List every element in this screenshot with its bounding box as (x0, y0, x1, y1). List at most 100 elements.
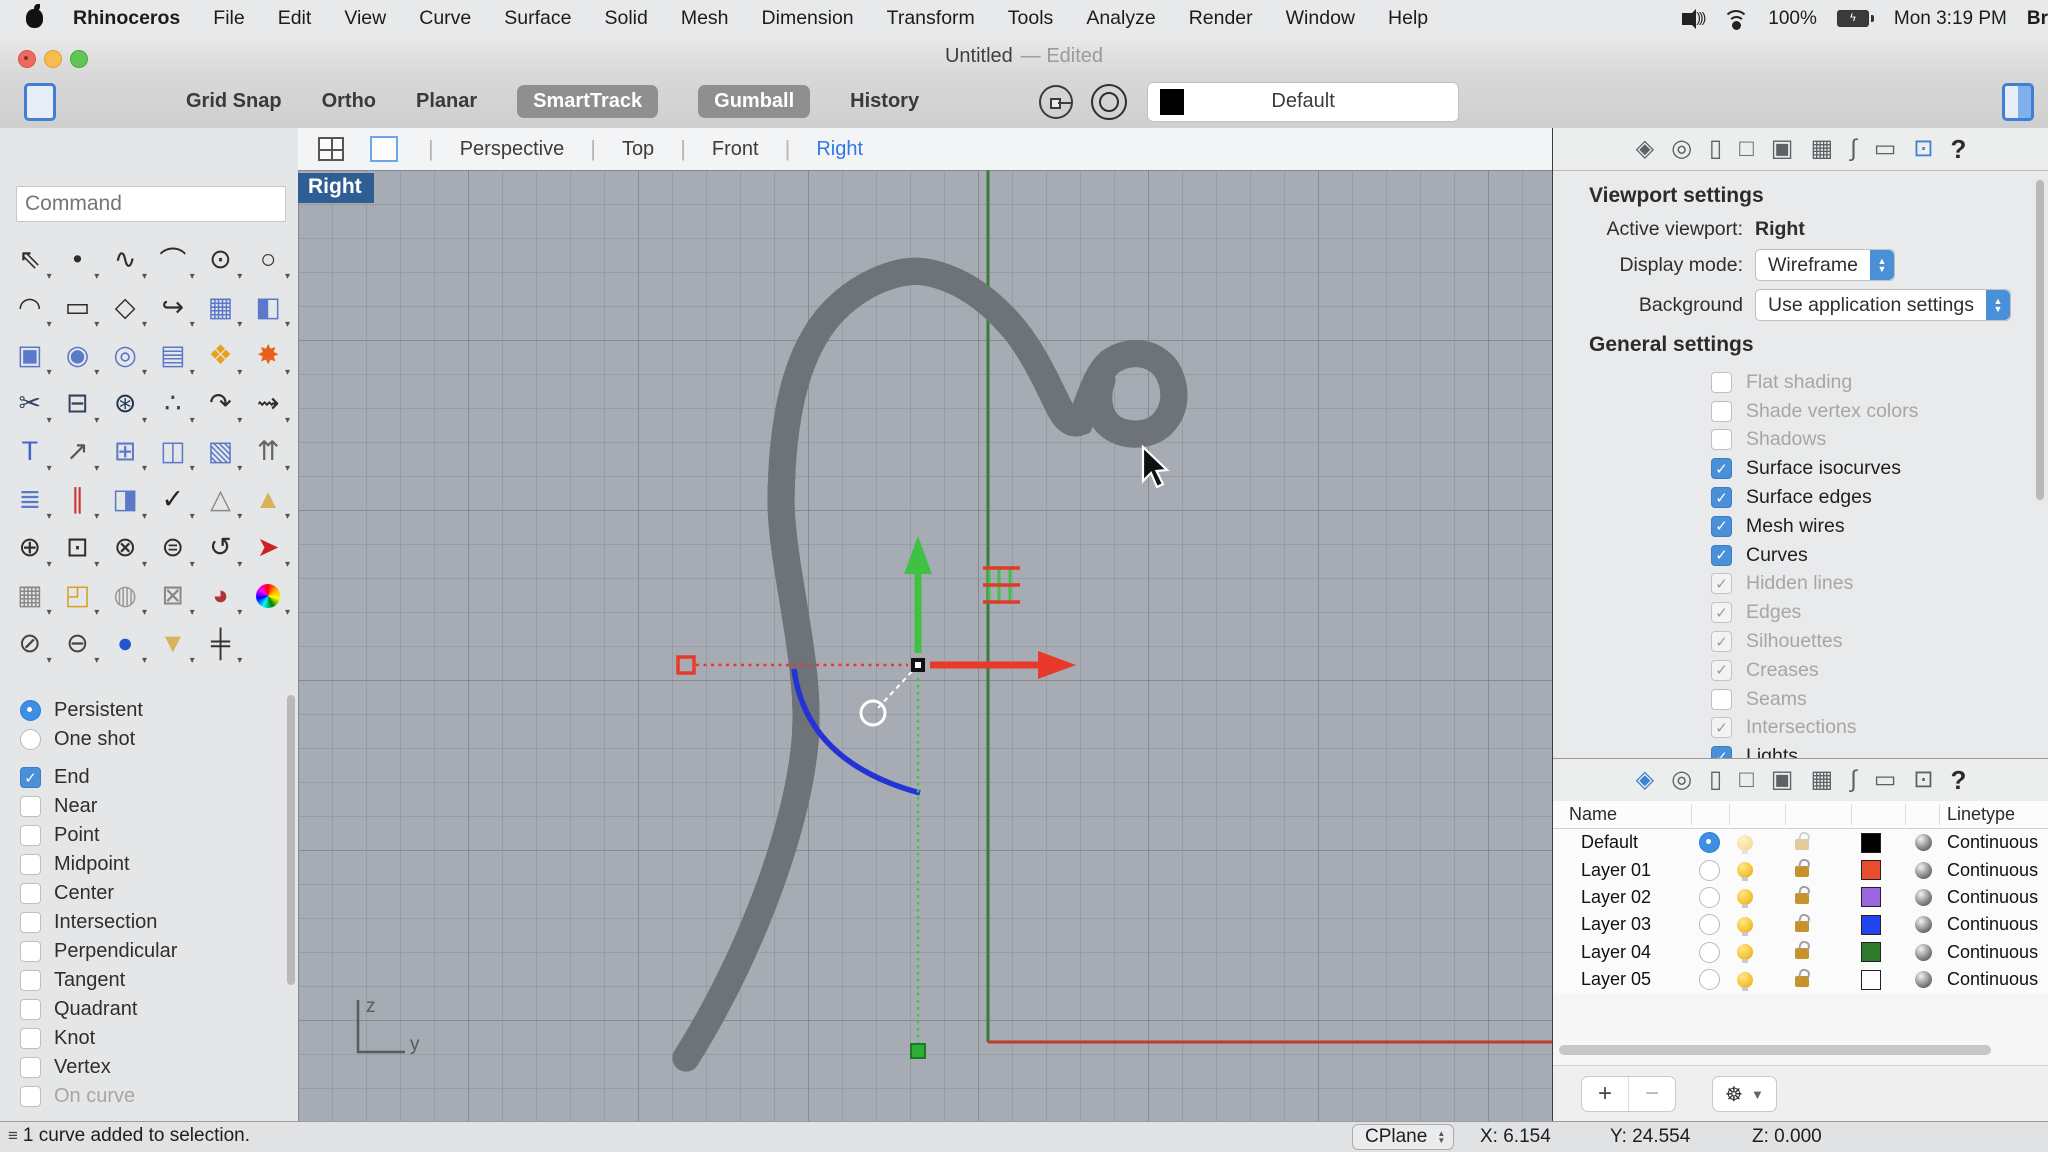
menu-rhinoceros[interactable]: Rhinoceros (73, 7, 180, 30)
palette-scrollbar[interactable] (287, 695, 295, 985)
minimize-button[interactable] (44, 50, 62, 68)
layer-selector[interactable]: Default (1147, 82, 1459, 122)
osnap-near-checkbox[interactable] (20, 796, 41, 817)
properties-icon[interactable]: ◎ (1671, 768, 1692, 792)
layer-material-icon[interactable] (1915, 916, 1932, 933)
layer-row-layer-02[interactable]: Layer 02Continuous (1553, 884, 2048, 911)
toolbar-ortho-button[interactable]: Ortho (322, 85, 376, 118)
fillet-curves-icon[interactable]: ↪ (149, 288, 197, 327)
surface-grid-icon[interactable]: ▤ (149, 336, 197, 375)
command-input[interactable] (16, 186, 286, 222)
toolbar-gumball-button[interactable]: Gumball (698, 85, 810, 118)
zoom-extents-icon[interactable]: ⊗ (101, 528, 149, 567)
menu-file[interactable]: File (213, 7, 244, 30)
circle-icon[interactable]: ⊙ (197, 240, 245, 279)
osnap-intersection-checkbox[interactable] (20, 912, 41, 933)
rendering-icon[interactable]: ▣ (1771, 137, 1794, 161)
menu-surface[interactable]: Surface (504, 7, 571, 30)
layer-material-icon[interactable] (1915, 834, 1932, 851)
grid-options-icon[interactable]: ▦ (1810, 768, 1833, 792)
layer-material-icon[interactable] (1915, 944, 1932, 961)
current-layer-radio[interactable] (1699, 969, 1720, 990)
arc-icon[interactable]: ◠ (6, 288, 54, 327)
sphere-gridded-icon[interactable]: ⊖ (54, 624, 102, 663)
grid-options-icon[interactable]: ▦ (1810, 137, 1833, 161)
layer-settings-button[interactable]: ☸ ▼ (1712, 1076, 1777, 1112)
zoom-selected-icon[interactable]: ⊜ (149, 528, 197, 567)
menu-window[interactable]: Window (1286, 7, 1355, 30)
layer-lock-icon[interactable] (1795, 866, 1809, 877)
zoom-window-icon[interactable]: ⊡ (54, 528, 102, 567)
drive-icon[interactable]: ➤ (244, 528, 292, 567)
point-cloud-icon[interactable]: ∴ (149, 384, 197, 423)
osnap-one-shot-radio[interactable] (20, 729, 41, 750)
help-icon[interactable]: ? (1951, 767, 1967, 793)
point-icon[interactable]: • (54, 240, 102, 279)
layers-panel-icon[interactable]: ◈ (1636, 137, 1654, 161)
current-layer-radio[interactable] (1699, 832, 1720, 853)
osnap-knot-checkbox[interactable] (20, 1028, 41, 1049)
current-layer-radio[interactable] (1699, 914, 1720, 935)
text-icon[interactable]: T (6, 432, 54, 471)
cone-icon[interactable]: ▼ (149, 624, 197, 663)
notes-icon[interactable]: ▯ (1709, 137, 1722, 161)
sphere-icon[interactable]: ◉ (54, 336, 102, 375)
close-button[interactable] (18, 50, 36, 68)
materials-icon[interactable]: □ (1739, 768, 1754, 792)
osnap-center-checkbox[interactable] (20, 883, 41, 904)
silhouettes-checkbox[interactable]: ✓ (1711, 631, 1732, 652)
display-icon[interactable]: ⊡ (1913, 768, 1933, 792)
display-icon[interactable]: ⊡ (1913, 137, 1933, 161)
current-layer-radio[interactable] (1699, 860, 1720, 881)
layers-panel-icon[interactable]: ◈ (1636, 768, 1654, 792)
wifi-icon[interactable] (1724, 10, 1748, 28)
surface-from-points-icon[interactable]: ▦ (197, 288, 245, 327)
surface-patch-icon[interactable]: ◧ (244, 288, 292, 327)
layer-row-default[interactable]: DefaultContinuous (1553, 829, 2048, 856)
boolean-union-icon[interactable]: ⊛ (101, 384, 149, 423)
osnap-vertex-checkbox[interactable] (20, 1057, 41, 1078)
properties-icon[interactable]: ◎ (1671, 137, 1692, 161)
viewport-title-badge[interactable]: Right (298, 173, 374, 203)
layer-material-icon[interactable] (1915, 862, 1932, 879)
osnap-midpoint-checkbox[interactable] (20, 854, 41, 875)
split-icon[interactable]: ⊟ (54, 384, 102, 423)
layer-on-bulb-icon[interactable] (1737, 835, 1753, 851)
shadows-checkbox[interactable] (1711, 429, 1732, 450)
materials-icon[interactable]: □ (1739, 137, 1754, 161)
battery-icon[interactable]: ϟ (1837, 10, 1874, 27)
menu-curve[interactable]: Curve (419, 7, 471, 30)
gumball-x-scale-handle[interactable] (678, 657, 694, 673)
display-mode-dropdown[interactable]: Wireframe ▲▼ (1755, 249, 1895, 281)
explode-blocks-icon[interactable]: ❖ (197, 336, 245, 375)
array-icon[interactable]: ⊞ (101, 432, 149, 471)
rectangle-icon[interactable]: ▭ (54, 288, 102, 327)
lock-icon[interactable]: ⊠ (149, 576, 197, 615)
sphere-wire-icon[interactable]: ⊘ (6, 624, 54, 663)
right-panel-toggle-icon[interactable] (2002, 83, 2034, 121)
named-views-icon[interactable]: ▭ (1874, 768, 1897, 792)
layer-lock-icon[interactable] (1795, 976, 1809, 987)
layer-on-bulb-icon[interactable] (1737, 972, 1753, 988)
orient-icon[interactable]: ▧ (197, 432, 245, 471)
menu-user[interactable]: Br (2027, 8, 2048, 30)
primitives-icon[interactable]: △ (197, 480, 245, 519)
zoom-button[interactable] (70, 50, 88, 68)
named-views-icon[interactable]: ▭ (1874, 137, 1897, 161)
layer-lock-icon[interactable] (1795, 921, 1809, 932)
layer-on-bulb-icon[interactable] (1737, 862, 1753, 878)
surface-edges-checkbox[interactable]: ✓ (1711, 487, 1732, 508)
polygon-icon[interactable]: ◇ (101, 288, 149, 327)
render-sphere-icon[interactable]: ● (101, 624, 149, 663)
creases-checkbox[interactable]: ✓ (1711, 660, 1732, 681)
layer-row-layer-05[interactable]: Layer 05Continuous (1553, 966, 2048, 993)
tab-top[interactable]: Top (622, 138, 654, 161)
history-list-icon[interactable]: ≡ (8, 1126, 17, 1146)
tab-perspective[interactable]: Perspective (460, 138, 565, 161)
commands-icon[interactable]: ∫ (1850, 137, 1857, 161)
tube-surface[interactable] (686, 271, 1174, 1058)
background-dropdown[interactable]: Use application settings ▲▼ (1755, 289, 2011, 321)
tab-front[interactable]: Front (712, 138, 759, 161)
osnap-persistent-radio[interactable] (20, 700, 41, 721)
layer-on-bulb-icon[interactable] (1737, 889, 1753, 905)
